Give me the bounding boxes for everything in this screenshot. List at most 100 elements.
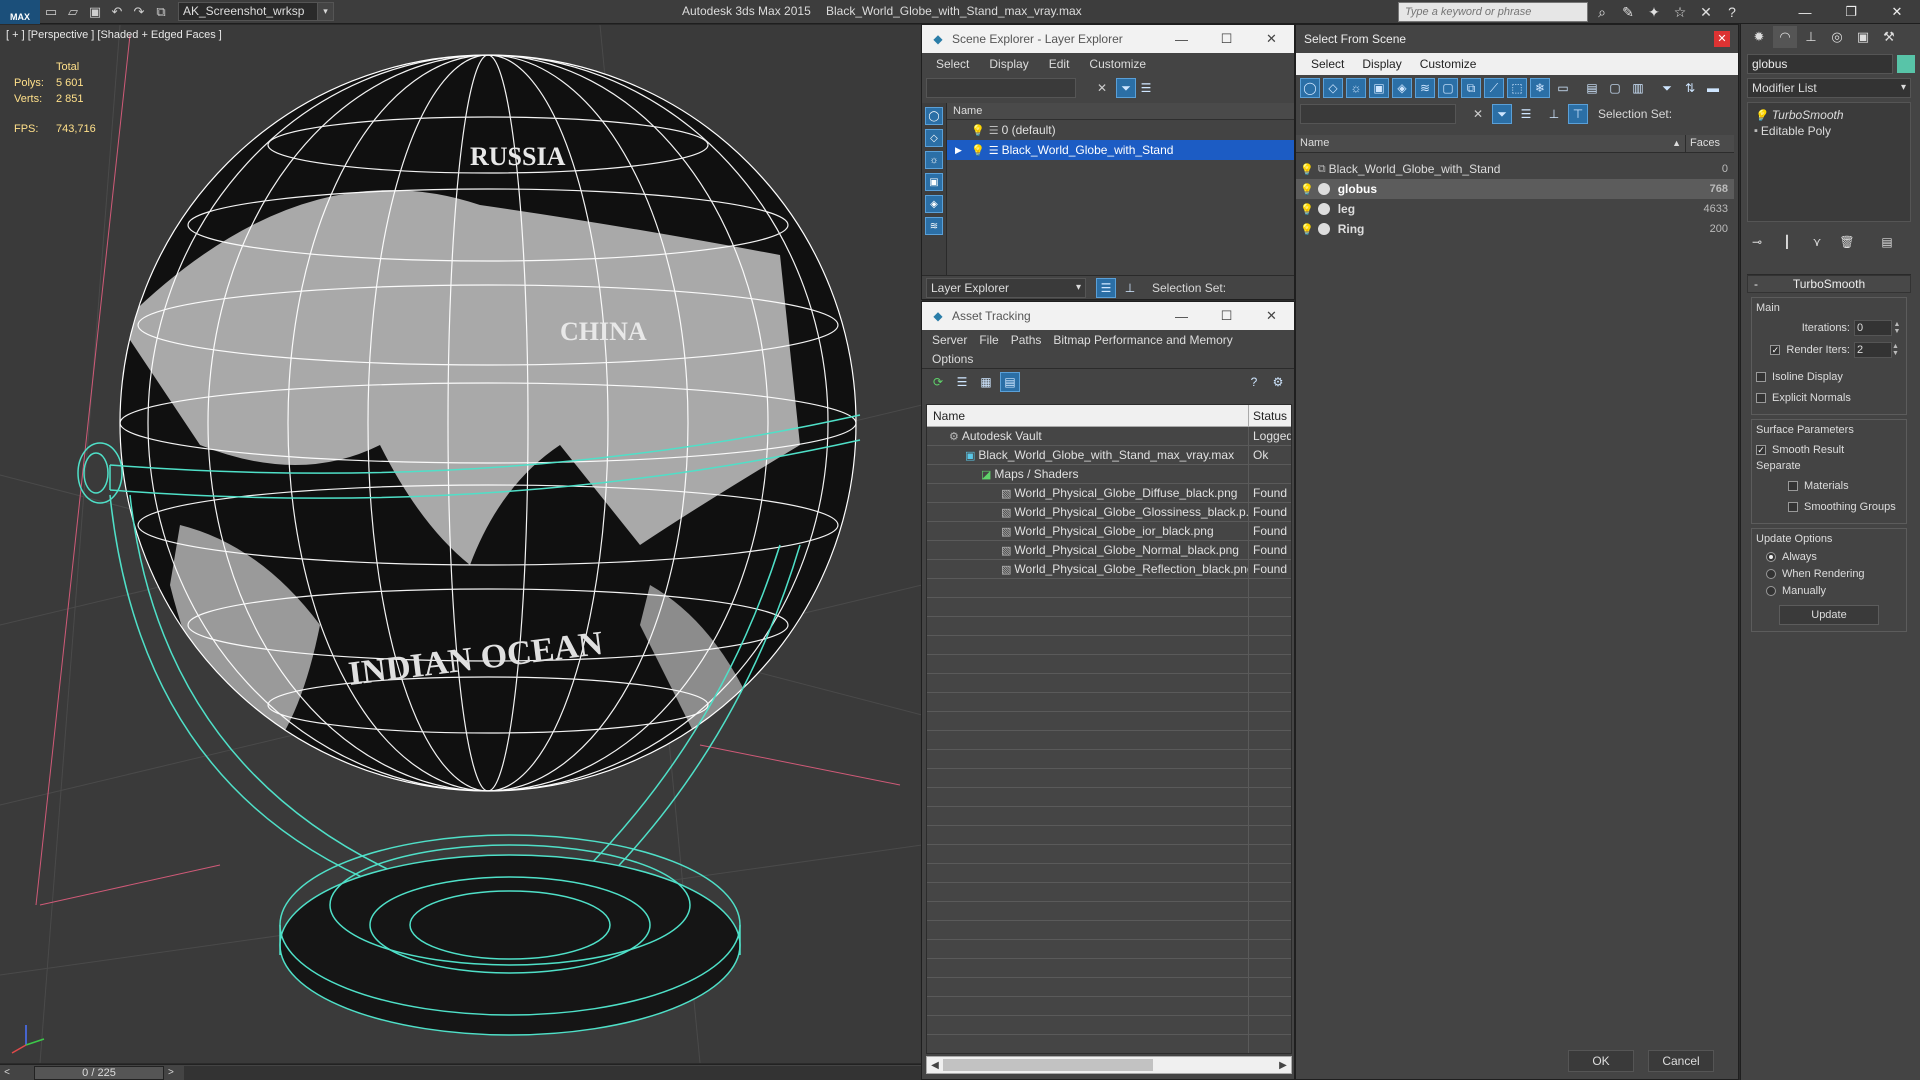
ok-button[interactable]: OK xyxy=(1568,1050,1634,1072)
next-frame-icon[interactable]: > xyxy=(168,1067,182,1078)
render-iters-spinner[interactable]: 2 xyxy=(1854,341,1892,358)
at-menu-file[interactable]: File xyxy=(973,333,1004,347)
help-search[interactable] xyxy=(1398,2,1588,22)
light-bulb-icon[interactable]: 💡 xyxy=(1300,223,1314,236)
se-display-shapes-icon[interactable]: ◇ xyxy=(925,129,943,147)
ss-find-field[interactable] xyxy=(1300,104,1456,124)
list-item[interactable]: 💡 leg 4633 xyxy=(1296,199,1734,219)
at-menu-options[interactable]: Options xyxy=(926,352,979,366)
light-bulb-icon[interactable]: 💡 xyxy=(1300,183,1314,196)
display-tab-icon[interactable]: ▣ xyxy=(1851,26,1875,48)
thumbnail-view-icon[interactable]: ▦ xyxy=(976,372,996,392)
light-bulb-icon[interactable]: 💡 xyxy=(1300,163,1314,176)
update-button[interactable]: Update xyxy=(1779,605,1879,625)
hierarchy-tab-icon[interactable]: ⊥ xyxy=(1799,26,1823,48)
list-item[interactable]: 💡 Ring 200 xyxy=(1296,219,1734,239)
select-scene-titlebar[interactable]: Select From Scene ✕ xyxy=(1296,25,1738,53)
help-search-input[interactable] xyxy=(1405,6,1585,18)
workspace-dropdown-icon[interactable]: ▾ xyxy=(318,2,334,21)
layer-row-selected[interactable]: ▶ 💡 ☰ Black_World_Globe_with_Stand xyxy=(947,140,1294,160)
redo-icon[interactable]: ↷ xyxy=(128,2,150,22)
se-maximize-icon[interactable]: ☐ xyxy=(1204,25,1249,53)
ss-filter-icon[interactable]: ⏷ xyxy=(1492,104,1512,124)
ss-funnel-icon[interactable]: ⏷ xyxy=(1657,78,1677,98)
ss-menu-display[interactable]: Display xyxy=(1353,57,1410,71)
se-layers-icon[interactable]: ☰ xyxy=(1136,78,1156,98)
ss-tree-icon[interactable]: ⊤ xyxy=(1568,104,1588,124)
exchange-icon[interactable]: ✕ xyxy=(1696,2,1716,22)
expand-box-icon[interactable]: ▪ xyxy=(1754,125,1758,137)
undo-icon[interactable]: ↶ xyxy=(106,2,128,22)
scroll-right-icon[interactable]: ▶ xyxy=(1275,1060,1291,1071)
close-icon[interactable]: ✕ xyxy=(1874,0,1920,24)
ss-hierarchy-icon[interactable]: ⊥ xyxy=(1544,104,1564,124)
minimize-icon[interactable]: — xyxy=(1782,0,1828,24)
layer-row[interactable]: 💡 ☰ 0 (default) xyxy=(947,120,1294,140)
se-display-lights-icon[interactable]: ☼ xyxy=(925,151,943,169)
ss-hidden-icon[interactable]: ▭ xyxy=(1553,78,1573,98)
modify-tab-icon[interactable]: ◠ xyxy=(1773,26,1797,48)
at-menu-bitmap[interactable]: Bitmap Performance and Memory xyxy=(1047,333,1238,347)
cancel-button[interactable]: Cancel xyxy=(1648,1050,1714,1072)
ss-geometry-icon[interactable]: ◯ xyxy=(1300,78,1320,98)
timeline-track[interactable] xyxy=(184,1065,922,1080)
table-row[interactable]: ▧ World_Physical_Globe_Glossiness_black.p… xyxy=(927,503,1291,522)
ss-menu-select[interactable]: Select xyxy=(1302,57,1353,71)
object-color-swatch[interactable] xyxy=(1897,55,1915,73)
se-hierarchy-icon[interactable]: ⊥ xyxy=(1120,278,1140,298)
scroll-left-icon[interactable]: ◀ xyxy=(927,1060,943,1071)
se-display-cameras-icon[interactable]: ▣ xyxy=(925,173,943,191)
remove-modifier-icon[interactable]: 🗑 xyxy=(1837,232,1857,252)
ss-close-icon[interactable]: ✕ xyxy=(1714,31,1730,47)
smooth-result-checkbox[interactable]: ✓ xyxy=(1756,444,1766,455)
open-folder-icon[interactable]: ▱ xyxy=(62,2,84,22)
se-name-column[interactable]: Name xyxy=(947,103,1294,120)
expand-arrow-icon[interactable]: ▶ xyxy=(955,145,971,156)
at-status-header[interactable]: Status xyxy=(1249,405,1291,426)
se-filter-icon[interactable]: ⏷ xyxy=(1116,78,1136,98)
se-menu-customize[interactable]: Customize xyxy=(1079,57,1156,71)
at-name-header[interactable]: Name xyxy=(927,405,1249,426)
ss-clear-icon[interactable]: ✕ xyxy=(1468,104,1488,124)
prev-frame-icon[interactable]: < xyxy=(0,1065,14,1080)
se-clear-icon[interactable]: ✕ xyxy=(1092,78,1112,98)
app-logo[interactable]: MAX xyxy=(0,0,40,24)
pin-stack-icon[interactable]: ⊸ xyxy=(1747,232,1767,252)
ss-cameras-icon[interactable]: ▣ xyxy=(1369,78,1389,98)
se-menu-display[interactable]: Display xyxy=(979,57,1038,71)
help-icon[interactable]: ? xyxy=(1722,2,1742,22)
at-menu-server[interactable]: Server xyxy=(926,333,973,347)
se-close-icon[interactable]: ✕ xyxy=(1249,25,1294,53)
smoothing-groups-checkbox[interactable] xyxy=(1788,501,1798,512)
rollout-header[interactable]: - TurboSmooth xyxy=(1747,275,1911,293)
at-maximize-icon[interactable]: ☐ xyxy=(1204,302,1249,330)
list-item[interactable]: 💡 ⧉ Black_World_Globe_with_Stand 0 xyxy=(1296,159,1734,179)
create-tab-icon[interactable]: ✹ xyxy=(1747,26,1771,48)
new-file-icon[interactable]: ▭ xyxy=(40,2,62,22)
ss-xrefs-icon[interactable]: ⧉ xyxy=(1461,78,1481,98)
materials-checkbox[interactable] xyxy=(1788,480,1798,491)
scroll-thumb[interactable] xyxy=(943,1059,1153,1071)
when-rendering-radio[interactable] xyxy=(1766,568,1776,579)
sort-up-icon[interactable]: ▲ xyxy=(1672,135,1681,152)
light-bulb-icon[interactable]: 💡 xyxy=(1300,203,1314,216)
ss-select-none-icon[interactable]: ▢ xyxy=(1605,78,1625,98)
at-close-icon[interactable]: ✕ xyxy=(1249,302,1294,330)
viewport-label[interactable]: [ + ] [Perspective ] [Shaded + Edged Fac… xyxy=(6,29,222,41)
ss-faces-header[interactable]: Faces xyxy=(1686,135,1734,152)
subscription-icon[interactable]: ✎ xyxy=(1618,2,1638,22)
ss-name-header[interactable]: Name ▲ xyxy=(1296,135,1686,152)
collapse-icon[interactable]: - xyxy=(1754,277,1758,291)
ss-bones-icon[interactable]: ⟋ xyxy=(1484,78,1504,98)
ss-layer-icon[interactable]: ☰ xyxy=(1516,104,1536,124)
manually-radio[interactable] xyxy=(1766,585,1776,596)
ss-groups-icon[interactable]: ▢ xyxy=(1438,78,1458,98)
utilities-tab-icon[interactable]: ⚒ xyxy=(1877,26,1901,48)
list-view-icon[interactable]: ☰ xyxy=(952,372,972,392)
modifier-list-dropdown[interactable]: Modifier List xyxy=(1747,78,1911,98)
list-item-highlighted[interactable]: 💡 globus 768 xyxy=(1296,179,1734,199)
favorites-star-icon[interactable]: ☆ xyxy=(1670,2,1690,22)
communication-icon[interactable]: ✦ xyxy=(1644,2,1664,22)
se-menu-edit[interactable]: Edit xyxy=(1039,57,1080,71)
object-name-field[interactable] xyxy=(1747,54,1893,74)
